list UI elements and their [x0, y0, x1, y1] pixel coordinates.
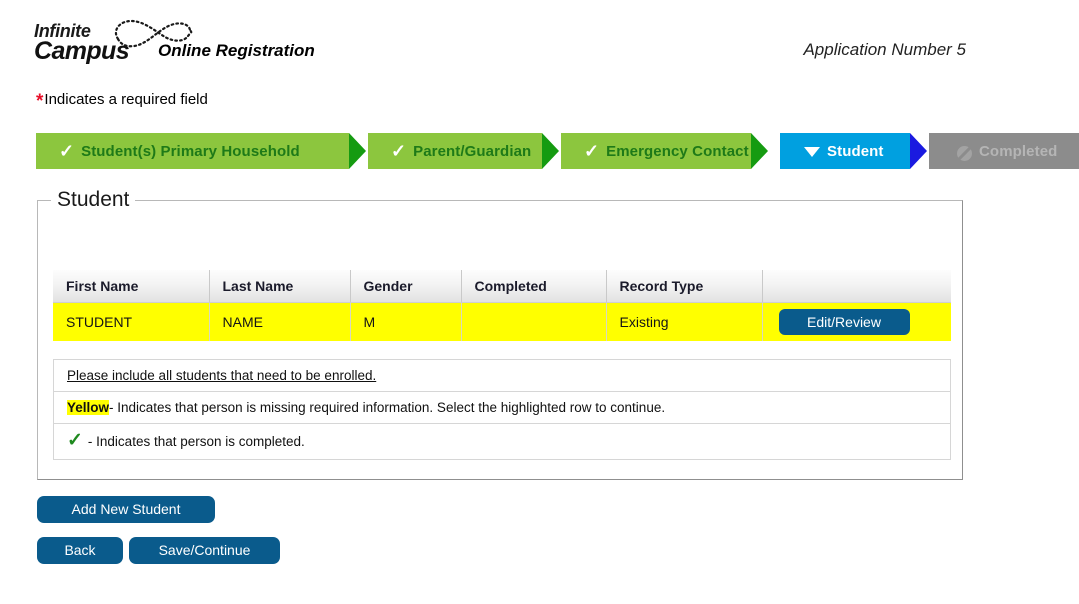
cell-completed — [461, 302, 607, 341]
note-text: Please include all students that need to… — [67, 368, 377, 383]
cell-gender: M — [350, 302, 462, 341]
column-header-last-name: Last Name — [209, 270, 351, 303]
required-asterisk: * — [36, 91, 44, 112]
note-text: - Indicates that person is missing requi… — [109, 400, 666, 415]
step-emergency-contact[interactable]: ✓ Emergency Contact — [561, 133, 751, 169]
step-parent-guardian[interactable]: ✓ Parent/Guardian — [368, 133, 542, 169]
application-number: Application Number 5 — [803, 40, 966, 59]
column-header-actions — [762, 270, 951, 303]
step-student-primary-household[interactable]: ✓ Student(s) Primary Household — [36, 133, 349, 169]
column-header-gender: Gender — [350, 270, 462, 303]
check-icon: ✓ — [59, 141, 75, 161]
back-button[interactable]: Back — [37, 537, 123, 564]
required-field-note: *Indicates a required field — [36, 91, 208, 111]
column-header-first-name: First Name — [53, 270, 210, 303]
step-label: Student — [827, 142, 884, 160]
step-label: Parent/Guardian — [413, 142, 532, 160]
step-arrow-head-4 — [910, 133, 927, 169]
step-student[interactable]: Student — [780, 133, 910, 169]
step-arrow-head-1 — [349, 133, 366, 169]
check-icon: ✓ — [391, 141, 407, 161]
registration-step-bar: ✓ Student(s) Primary Household ✓ Parent/… — [36, 133, 1079, 169]
cell-first-name: STUDENT — [53, 302, 210, 341]
green-check-icon: ✓ — [67, 430, 83, 451]
note-yellow-meaning: Yellow - Indicates that person is missin… — [54, 392, 950, 424]
step-arrow-head-2 — [542, 133, 559, 169]
note-include-students: Please include all students that need to… — [54, 360, 950, 392]
brand-logo: Infinite Campus Online Registration — [32, 19, 352, 68]
step-completed: Completed — [929, 133, 1079, 169]
table-header-row: First Name Last Name Gender Completed Re… — [53, 270, 951, 303]
column-header-record-type: Record Type — [606, 270, 763, 303]
step-label: Student(s) Primary Household — [81, 142, 300, 160]
triangle-down-icon — [804, 147, 820, 157]
student-table: First Name Last Name Gender Completed Re… — [53, 270, 951, 341]
student-panel: Student First Name Last Name Gender Comp… — [37, 188, 963, 480]
save-continue-button[interactable]: Save/Continue — [129, 537, 280, 564]
logo-mark: Infinite Campus — [32, 19, 193, 65]
product-title: Online Registration — [158, 41, 315, 60]
required-field-text: Indicates a required field — [44, 91, 208, 108]
add-new-student-button[interactable]: Add New Student — [37, 496, 215, 523]
legend-notes: Please include all students that need to… — [53, 359, 951, 460]
table-row[interactable]: STUDENT NAME M Existing Edit/Review — [53, 302, 951, 341]
page-header: Infinite Campus Online Registration Appl… — [0, 0, 1079, 78]
panel-legend: Student — [51, 188, 136, 212]
cell-last-name: NAME — [209, 302, 351, 341]
column-header-completed: Completed — [461, 270, 607, 303]
note-text: - Indicates that person is completed. — [87, 434, 305, 449]
no-entry-icon — [957, 145, 972, 161]
edit-review-button[interactable]: Edit/Review — [778, 308, 910, 335]
cell-record-type: Existing — [606, 302, 763, 341]
step-label: Completed — [979, 142, 1058, 160]
check-icon: ✓ — [584, 141, 600, 161]
note-check-meaning: ✓ - Indicates that person is completed. — [54, 424, 950, 460]
step-label: Emergency Contact — [606, 142, 749, 160]
cell-actions: Edit/Review — [762, 302, 951, 341]
yellow-highlight-label: Yellow — [67, 400, 110, 415]
step-arrow-head-3 — [751, 133, 768, 169]
